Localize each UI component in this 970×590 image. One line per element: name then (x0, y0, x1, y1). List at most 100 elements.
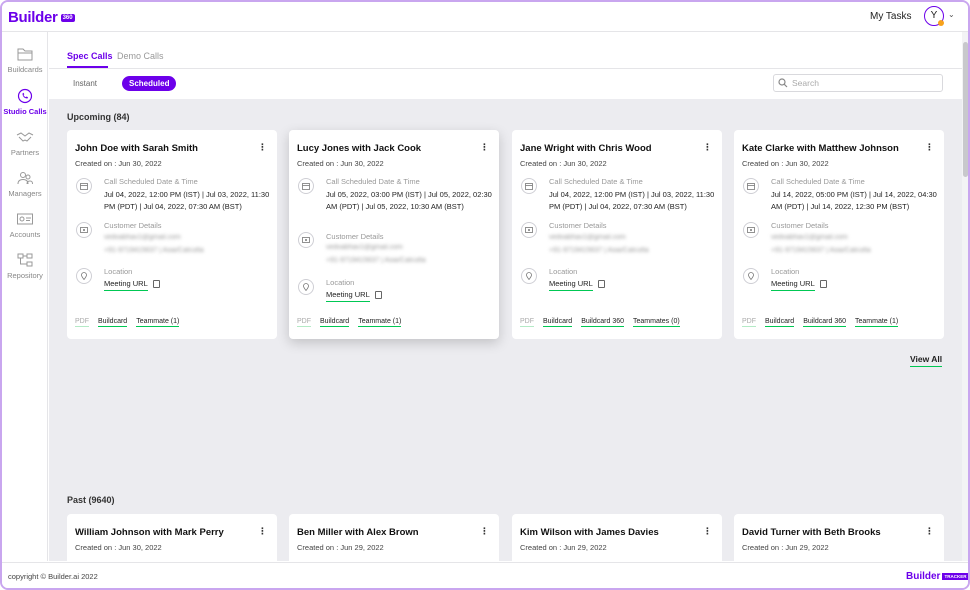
copy-icon[interactable] (153, 280, 160, 288)
card-title: Jane Wright with Chris Wood (520, 143, 652, 154)
meeting-url-link[interactable]: Meeting URL (771, 279, 815, 291)
more-options-icon[interactable]: ⋮ (925, 526, 934, 537)
sidebar-item-accounts[interactable]: Accounts (2, 211, 48, 239)
footer-logo-text: Builder (906, 571, 941, 582)
call-type-tabs: Spec Calls Demo Calls (49, 32, 968, 69)
people-icon (17, 172, 33, 185)
builder-tracker-logo: Builder TRACKER (906, 571, 968, 582)
call-card[interactable]: John Doe with Sarah Smith ⋮ Created on :… (67, 130, 277, 339)
status-dot (938, 20, 944, 26)
sidebar: Buildcards Studio Calls Partners Manager… (2, 32, 48, 561)
chevron-down-icon[interactable]: ⌄ (948, 10, 955, 19)
call-card[interactable]: Ben Miller with Alex Brown ⋮ Created on … (289, 514, 499, 561)
schedule-label: Call Scheduled Date & Time (771, 177, 865, 186)
location-label: Location (549, 267, 578, 276)
customer-label: Customer Details (326, 232, 384, 241)
call-card[interactable]: William Johnson with Mark Perry ⋮ Create… (67, 514, 277, 561)
teammate-link[interactable]: Teammate (1) (136, 318, 180, 327)
meeting-url-link[interactable]: Meeting URL (549, 279, 593, 291)
active-tab-indicator (67, 66, 108, 68)
teammate-link[interactable]: Teammate (1) (855, 318, 899, 327)
customer-label: Customer Details (771, 221, 829, 230)
instant-filter[interactable]: Instant (66, 76, 104, 91)
card-title: David Turner with Beth Brooks (742, 527, 881, 538)
more-options-icon[interactable]: ⋮ (258, 142, 267, 153)
copy-icon[interactable] (598, 280, 605, 288)
buildcard-360-link[interactable]: Buildcard 360 (581, 318, 624, 327)
created-date: Created on : Jun 30, 2022 (75, 543, 162, 552)
footer: copyright © Builder.ai 2022 Builder TRAC… (2, 562, 968, 588)
calendar-icon (743, 178, 759, 194)
call-card[interactable]: Kim Wilson with James Davies ⋮ Created o… (512, 514, 722, 561)
more-options-icon[interactable]: ⋮ (925, 142, 934, 153)
id-card-icon (17, 213, 33, 225)
more-options-icon[interactable]: ⋮ (703, 142, 712, 153)
call-card[interactable]: Kate Clarke with Matthew Johnson ⋮ Creat… (734, 130, 944, 339)
call-card[interactable]: Lucy Jones with Jack Cook ⋮ Created on :… (289, 130, 499, 339)
tab-spec-calls[interactable]: Spec Calls (67, 51, 113, 61)
card-links: PDF Buildcard Buildcard 360 Teammates (0) (520, 318, 689, 327)
customer-phone: +91-9719415637 | Asia/Calcutta (104, 247, 204, 254)
search-input[interactable]: Search (773, 74, 943, 92)
call-card[interactable]: Jane Wright with Chris Wood ⋮ Created on… (512, 130, 722, 339)
top-bar: Builder 360 My Tasks Y ⌄ (2, 2, 968, 32)
past-section-title: Past (9640) (67, 495, 115, 505)
card-title: Lucy Jones with Jack Cook (297, 143, 422, 154)
created-date: Created on : Jun 30, 2022 (75, 159, 162, 168)
pdf-link[interactable]: PDF (742, 318, 756, 327)
schedule-value: Jul 14, 2022, 05:00 PM (IST) | Jul 14, 2… (771, 190, 937, 211)
tree-icon (17, 253, 33, 267)
schedule-label: Call Scheduled Date & Time (326, 177, 420, 186)
card-title: Kate Clarke with Matthew Johnson (742, 143, 899, 154)
scrollbar-thumb[interactable] (963, 42, 968, 177)
calendar-icon (76, 178, 92, 194)
teammate-link[interactable]: Teammates (0) (633, 318, 680, 327)
my-tasks-link[interactable]: My Tasks (870, 11, 912, 22)
location-pin-icon (76, 268, 92, 284)
sidebar-item-studio-calls[interactable]: Studio Calls (2, 88, 48, 116)
more-options-icon[interactable]: ⋮ (258, 526, 267, 537)
buildcard-link[interactable]: Buildcard (320, 318, 350, 327)
calendar-icon (298, 178, 314, 194)
copy-icon[interactable] (375, 291, 382, 299)
card-title: Ben Miller with Alex Brown (297, 527, 419, 538)
pdf-link[interactable]: PDF (75, 318, 89, 327)
buildcard-link[interactable]: Buildcard (765, 318, 795, 327)
schedule-value: Jul 05, 2022, 03:00 PM (IST) | Jul 05, 2… (326, 190, 492, 211)
view-all-link[interactable]: View All (910, 354, 943, 367)
pdf-link[interactable]: PDF (297, 318, 311, 327)
schedule-value: Jul 04, 2022, 12:00 PM (IST) | Jul 03, 2… (104, 190, 270, 211)
buildcard-link[interactable]: Buildcard (98, 318, 128, 327)
pdf-link[interactable]: PDF (520, 318, 534, 327)
buildcard-360-link[interactable]: Buildcard 360 (803, 318, 846, 327)
customer-phone: +91-9719415637 | Asia/Calcutta (771, 247, 871, 254)
sidebar-item-partners[interactable]: Partners (2, 129, 48, 157)
sidebar-item-managers[interactable]: Managers (2, 170, 48, 198)
sidebar-item-buildcards[interactable]: Buildcards (2, 46, 48, 74)
tab-demo-calls[interactable]: Demo Calls (117, 51, 164, 61)
customer-label: Customer Details (104, 221, 162, 230)
meeting-url-link[interactable]: Meeting URL (326, 290, 370, 302)
card-title: William Johnson with Mark Perry (75, 527, 224, 538)
logo-badge: 360 (60, 13, 75, 22)
more-options-icon[interactable]: ⋮ (480, 526, 489, 537)
sidebar-item-label: Accounts (9, 230, 41, 239)
customer-email: vedvabhav1@gmail.com (326, 244, 403, 251)
filter-bar: Instant Scheduled Search (49, 69, 962, 99)
call-card[interactable]: David Turner with Beth Brooks ⋮ Created … (734, 514, 944, 561)
sidebar-item-repository[interactable]: Repository (2, 252, 48, 280)
id-card-icon (521, 222, 537, 238)
copy-icon[interactable] (820, 280, 827, 288)
more-options-icon[interactable]: ⋮ (480, 142, 489, 153)
meeting-url-link[interactable]: Meeting URL (104, 279, 148, 291)
handshake-icon (16, 132, 34, 142)
footer-logo-badge: TRACKER (942, 573, 968, 580)
customer-email: vedvabhav1@gmail.com (771, 234, 848, 241)
buildcard-link[interactable]: Buildcard (543, 318, 573, 327)
scheduled-filter[interactable]: Scheduled (122, 76, 177, 91)
builder-logo[interactable]: Builder 360 (8, 9, 75, 26)
teammate-link[interactable]: Teammate (1) (358, 318, 402, 327)
card-links: PDF Buildcard Buildcard 360 Teammate (1) (742, 318, 907, 327)
more-options-icon[interactable]: ⋮ (703, 526, 712, 537)
copyright-text: copyright © Builder.ai 2022 (8, 572, 98, 581)
